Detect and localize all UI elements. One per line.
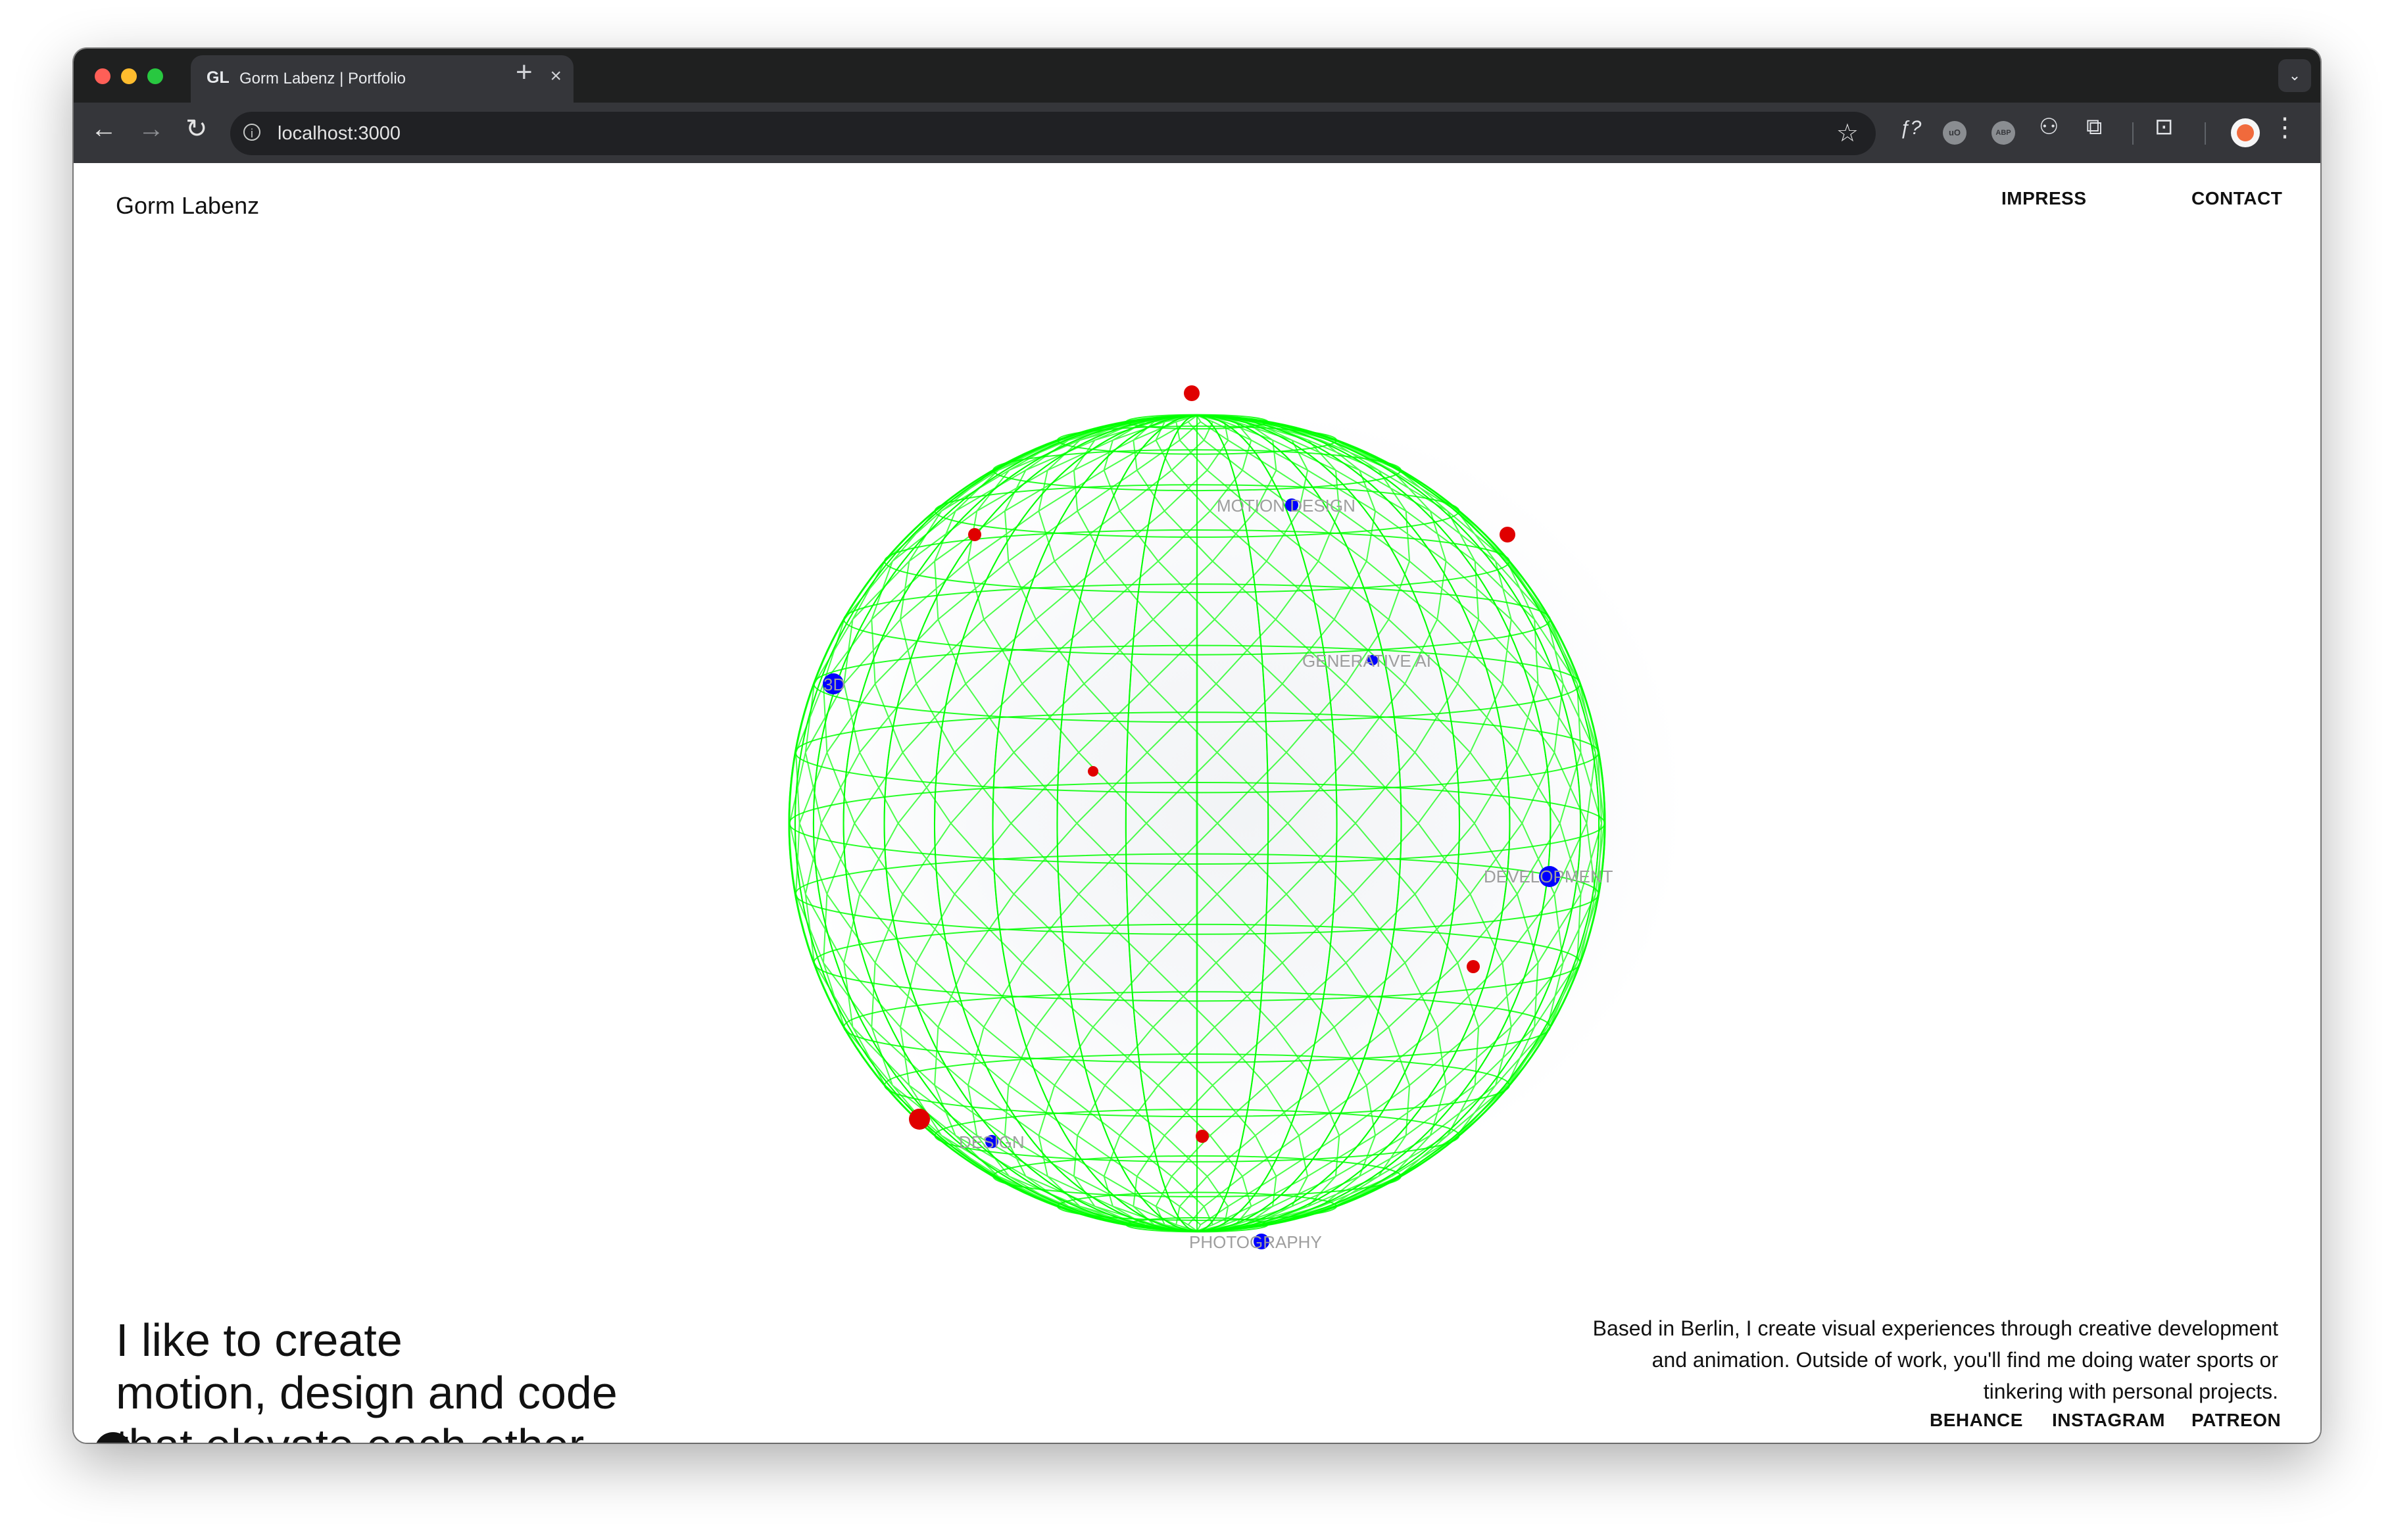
hero-headline-line: that elevate each other [116, 1419, 618, 1443]
globe-label-design[interactable]: DESIGN [959, 1132, 1025, 1152]
globe-label-generative-ai[interactable]: GENERATIVE AI [1302, 651, 1431, 671]
longitude-ring [1196, 415, 1198, 1232]
tab-strip: GL Gorm Labenz | Portfolio × + ⌄ [74, 49, 2320, 103]
ublock-icon[interactable]: uO [1943, 121, 1966, 145]
accent-marker [1088, 766, 1098, 777]
browser-window: GL Gorm Labenz | Portfolio × + ⌄ ← → ↻ i… [74, 49, 2320, 1443]
globe-label-development[interactable]: DEVELOPMENT [1484, 867, 1613, 886]
social-link-instagram[interactable]: INSTAGRAM [2052, 1410, 2165, 1431]
wireframe-sphere [788, 414, 1606, 1233]
toolbar-divider [2205, 122, 2206, 145]
extension-puzzle-icon[interactable]: ⧉ [2086, 116, 2102, 138]
browser-toolbar: ← → ↻ i localhost:3000 ☆ ƒ? uO ABP ⚇ ⧉ ⊡… [74, 103, 2320, 163]
social-link-patreon[interactable]: PATREON [2191, 1410, 2281, 1431]
maximize-window-button[interactable] [147, 68, 163, 84]
profile-avatar[interactable] [2231, 118, 2260, 147]
address-bar[interactable]: i localhost:3000 ☆ [230, 112, 1876, 155]
close-window-button[interactable] [95, 68, 110, 84]
accent-marker [968, 528, 981, 541]
accent-marker [1184, 385, 1200, 401]
new-tab-button[interactable]: + [516, 58, 533, 87]
bio-text: Based in Berlin, I create visual experie… [1592, 1316, 2278, 1403]
tab-favicon: GL [207, 68, 230, 87]
browser-menu-icon[interactable]: ⋮ [2272, 114, 2298, 141]
fx-icon[interactable]: ƒ? [1899, 118, 1921, 138]
globe-label-photography[interactable]: PHOTOGRAPHY [1189, 1232, 1322, 1252]
extension-glyph-icon[interactable]: ⚇ [2039, 116, 2059, 138]
page-viewport: MOTION DESIGN GENERATIVE AI 3D DEVELOPME… [74, 163, 2320, 1443]
hero-headline-line: motion, design and code [116, 1367, 618, 1418]
accent-marker [1467, 960, 1480, 973]
forward-arrow-icon[interactable]: → [138, 116, 164, 142]
toolbar-divider [2132, 122, 2134, 145]
close-tab-icon[interactable]: × [550, 66, 562, 86]
site-info-icon[interactable]: i [243, 124, 260, 141]
minimize-window-button[interactable] [121, 68, 137, 84]
nav-link-impress[interactable]: IMPRESS [2001, 188, 2087, 209]
screen-capture-icon[interactable]: ⊡ [2155, 116, 2174, 138]
tab-search-button[interactable]: ⌄ [2278, 59, 2311, 92]
accent-marker [1196, 1130, 1209, 1143]
social-link-behance[interactable]: BEHANCE [1930, 1410, 2023, 1431]
bookmark-star-icon[interactable]: ☆ [1836, 118, 1859, 148]
adblock-icon[interactable]: ABP [1991, 121, 2015, 145]
address-bar-url[interactable]: localhost:3000 [278, 123, 401, 145]
reload-icon[interactable]: ↻ [185, 116, 208, 142]
accent-marker [909, 1109, 930, 1130]
back-arrow-icon[interactable]: ← [91, 116, 117, 142]
accent-marker [1500, 527, 1515, 542]
nav-link-contact[interactable]: CONTACT [2191, 188, 2282, 209]
tab-title: Gorm Labenz | Portfolio [239, 70, 406, 87]
globe-label-3d[interactable]: 3D [823, 675, 845, 694]
site-logo[interactable]: Gorm Labenz [116, 192, 259, 220]
globe-label-motion-design[interactable]: MOTION DESIGN [1217, 496, 1356, 516]
hero-headline: I like to create motion, design and code… [116, 1314, 618, 1443]
hero-headline-line: I like to create [116, 1314, 403, 1366]
globe-canvas[interactable]: MOTION DESIGN GENERATIVE AI 3D DEVELOPME… [74, 163, 2320, 1443]
